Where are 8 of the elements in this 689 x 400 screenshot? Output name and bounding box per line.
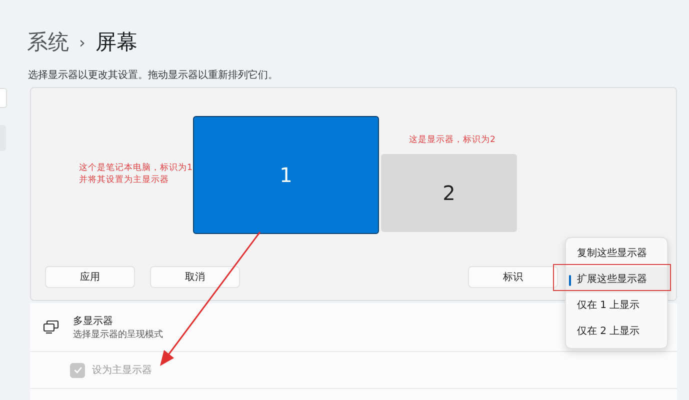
page-title: 屏幕	[95, 29, 138, 56]
checkbox-label: 设为主显示器	[92, 364, 152, 377]
section-title: 多显示器	[73, 314, 114, 328]
annotation-text: 这是显示器，标识为2	[409, 134, 496, 146]
description-text: 选择显示器以更改其设置。拖动显示器以重新排列它们。	[28, 68, 279, 82]
section-subtitle: 选择显示器的呈现模式	[73, 328, 163, 340]
annotation-text: 这个是笔记本电脑，标识为1 并将其设置为主显示器	[79, 162, 192, 186]
breadcrumb-separator: ›	[79, 32, 86, 52]
